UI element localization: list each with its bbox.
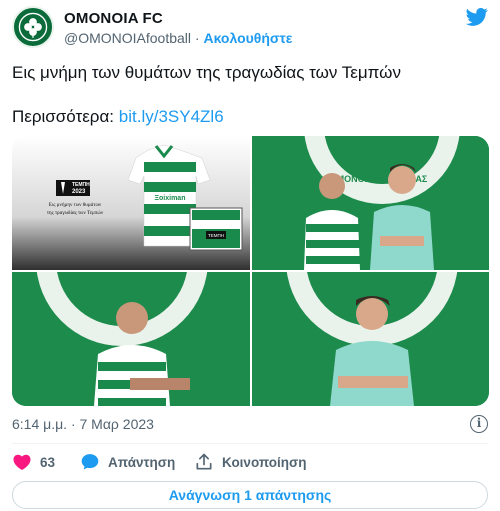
account-handle[interactable]: @OMONOIAfootball (64, 30, 191, 46)
reply-bubble-icon (81, 454, 99, 470)
read-replies-button[interactable]: Ανάγνωση 1 απάντησης (12, 481, 488, 509)
banner-text: OMONOIA ΛΕΥΚΩΣΙΑΣ (68, 278, 177, 289)
sleeve-tag: ΤΕΜΠΗ (208, 233, 224, 238)
like-button[interactable]: 63 (12, 452, 55, 472)
twitter-bird-icon[interactable] (466, 6, 488, 28)
account-name[interactable]: OMONOIA FC (64, 10, 163, 27)
heart-icon (13, 454, 31, 470)
share-label: Κοινοποίηση (222, 454, 307, 470)
divider (12, 443, 488, 444)
tweet-timestamp[interactable]: 6:14 μ.μ. · 7 Μαρ 2023 (12, 416, 154, 432)
player-home-kit-photo: OMONOIA ΛΕΥΚΩΣΙΑΣ (12, 272, 250, 406)
share-upload-icon (196, 453, 212, 470)
two-players-photo: ΜΟΝΟΙΑ ΛΕΥΚΩΣΙΑΣ (252, 136, 489, 270)
tweet-more-line: Περισσότερα: bit.ly/3SY4Zl6 (12, 106, 224, 128)
separator-dot: · (194, 30, 200, 46)
caption-line-1: Εις μνήμην των θυμάτων (49, 202, 102, 208)
media-image-1[interactable]: ΤΕΜΠΗ 2023 Εις μνήμην των θυμάτων της τρ… (12, 136, 250, 270)
media-image-4[interactable]: OMONOIA ΛΕΥΚΩΣΙΑΣ (252, 272, 489, 406)
info-icon[interactable]: i (470, 415, 488, 433)
ribbon-year: 2023 (72, 189, 86, 195)
sponsor-text: Ξoiximan (155, 195, 186, 202)
reply-label: Απάντηση (108, 454, 176, 470)
tweet-actions: 63 Απάντηση Κοινοποίηση (12, 452, 488, 474)
avatar[interactable] (12, 6, 54, 48)
reply-button[interactable]: Απάντηση (80, 452, 175, 472)
media-image-2[interactable]: ΜΟΝΟΙΑ ΛΕΥΚΩΣΙΑΣ (252, 136, 489, 270)
handle-line: @OMONOIAfootball · Ακολουθήστε (64, 30, 292, 46)
player-away-kit-photo: OMONOIA ΛΕΥΚΩΣΙΑΣ (252, 272, 489, 406)
jersey-graphic: ΤΕΜΠΗ 2023 Εις μνήμην των θυμάτων της τρ… (12, 136, 250, 270)
media-image-3[interactable]: OMONOIA ΛΕΥΚΩΣΙΑΣ (12, 272, 250, 406)
ribbon-label: ΤΕΜΠΗ (72, 182, 90, 188)
tweet-header: OMONOIA FC @OMONOIAfootball · Ακολουθήστ… (12, 6, 488, 50)
follow-button[interactable]: Ακολουθήστε (203, 30, 292, 46)
caption-line-2: της τραγωδίας των Τεμπών (47, 210, 104, 216)
share-button[interactable]: Κοινοποίηση (194, 452, 307, 472)
banner-text: OMONOIA ΛΕΥΚΩΣΙΑΣ (318, 278, 427, 289)
media-grid: ΤΕΜΠΗ 2023 Εις μνήμην των θυμάτων της τρ… (12, 136, 489, 406)
omonoia-clover-icon (15, 9, 51, 45)
like-count: 63 (40, 454, 56, 470)
tweet-text: Εις μνήμη των θυμάτων της τραγωδίας των … (12, 63, 401, 82)
more-label: Περισσότερα: (12, 107, 115, 126)
tweet-link[interactable]: bit.ly/3SY4Zl6 (119, 107, 224, 126)
